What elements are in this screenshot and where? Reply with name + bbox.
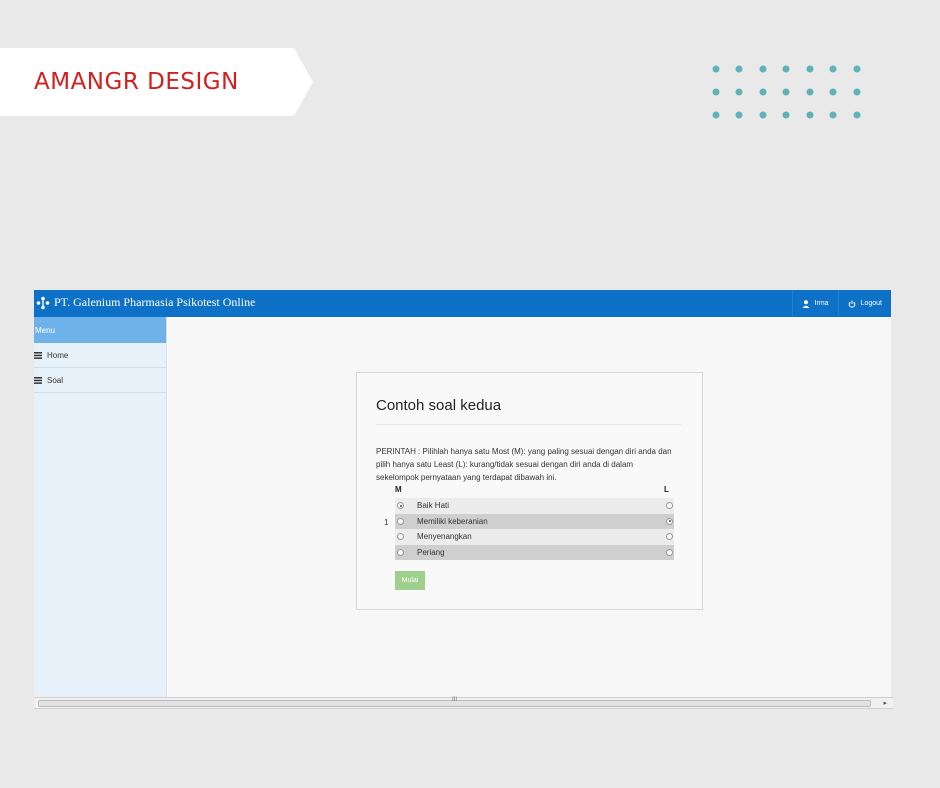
sidebar: Menu Home Soal [34, 317, 167, 697]
list-icon [34, 351, 42, 359]
sidebar-item-label: Soal [47, 375, 64, 385]
most-radio[interactable] [397, 548, 404, 556]
main-content: Contoh soal kedua PERINTAH : Pilihlah ha… [168, 317, 891, 697]
app-title: PT. Galenium Pharmasia Psikotest Online [54, 295, 256, 309]
least-radio[interactable] [666, 502, 673, 509]
start-button[interactable]: Mulai [395, 571, 425, 590]
column-least-header: L [664, 485, 669, 494]
least-radio[interactable] [666, 517, 673, 525]
list-icon [34, 376, 42, 384]
option-label: Menyenangkan [417, 532, 472, 541]
option-row: Menyenangkan [395, 529, 674, 545]
user-name: Irma [814, 300, 829, 307]
sidebar-item-home[interactable]: Home [34, 343, 166, 368]
option-row: Memiliki keberanian [395, 513, 674, 529]
sidebar-item-soal[interactable]: Soal [34, 368, 166, 393]
top-navbar: PT. Galenium Pharmasia Psikotest Online … [34, 290, 891, 317]
app-window: PT. Galenium Pharmasia Psikotest Online … [34, 290, 891, 708]
logout-label: Logout [860, 300, 882, 307]
decorative-dots [712, 65, 861, 119]
option-row: Periang [395, 544, 674, 560]
card-title: Contoh soal kedua [376, 397, 502, 414]
most-radio[interactable] [397, 502, 404, 509]
least-radio[interactable] [666, 533, 673, 540]
option-list: Baik Hati Memiliki keberanian Menyenangk… [395, 498, 674, 560]
question-card: Contoh soal kedua PERINTAH : Pilihlah ha… [356, 372, 703, 610]
power-icon [848, 300, 855, 308]
most-radio[interactable] [397, 533, 404, 540]
option-label: Baik Hati [417, 501, 450, 510]
logout-button[interactable]: Logout [837, 290, 891, 317]
user-menu[interactable]: Irma [791, 290, 838, 317]
scroll-right-arrow-icon[interactable]: ▸ [883, 699, 887, 707]
horizontal-scrollbar[interactable]: III ▸ [34, 697, 893, 709]
brand-logo-icon [36, 296, 50, 309]
option-row: Baik Hati [395, 498, 674, 514]
divider [376, 424, 681, 425]
option-label: Periang [417, 547, 445, 557]
sidebar-item-label: Home [47, 350, 69, 360]
option-label: Memiliki keberanian [417, 516, 488, 526]
banner-title: AMANGR DESIGN [34, 69, 239, 95]
scrollbar-grip: III [452, 697, 458, 703]
sidebar-header: Menu [34, 317, 166, 343]
instruction-text: PERINTAH : Pilihlah hanya satu Most (M):… [376, 447, 672, 482]
column-most-header: M [395, 485, 402, 494]
user-icon [802, 299, 810, 308]
question-number: 1 [384, 518, 389, 527]
app-brand[interactable]: PT. Galenium Pharmasia Psikotest Online [36, 295, 255, 310]
least-radio[interactable] [666, 548, 673, 556]
most-radio[interactable] [397, 517, 404, 525]
brand-banner: AMANGR DESIGN [0, 48, 313, 116]
